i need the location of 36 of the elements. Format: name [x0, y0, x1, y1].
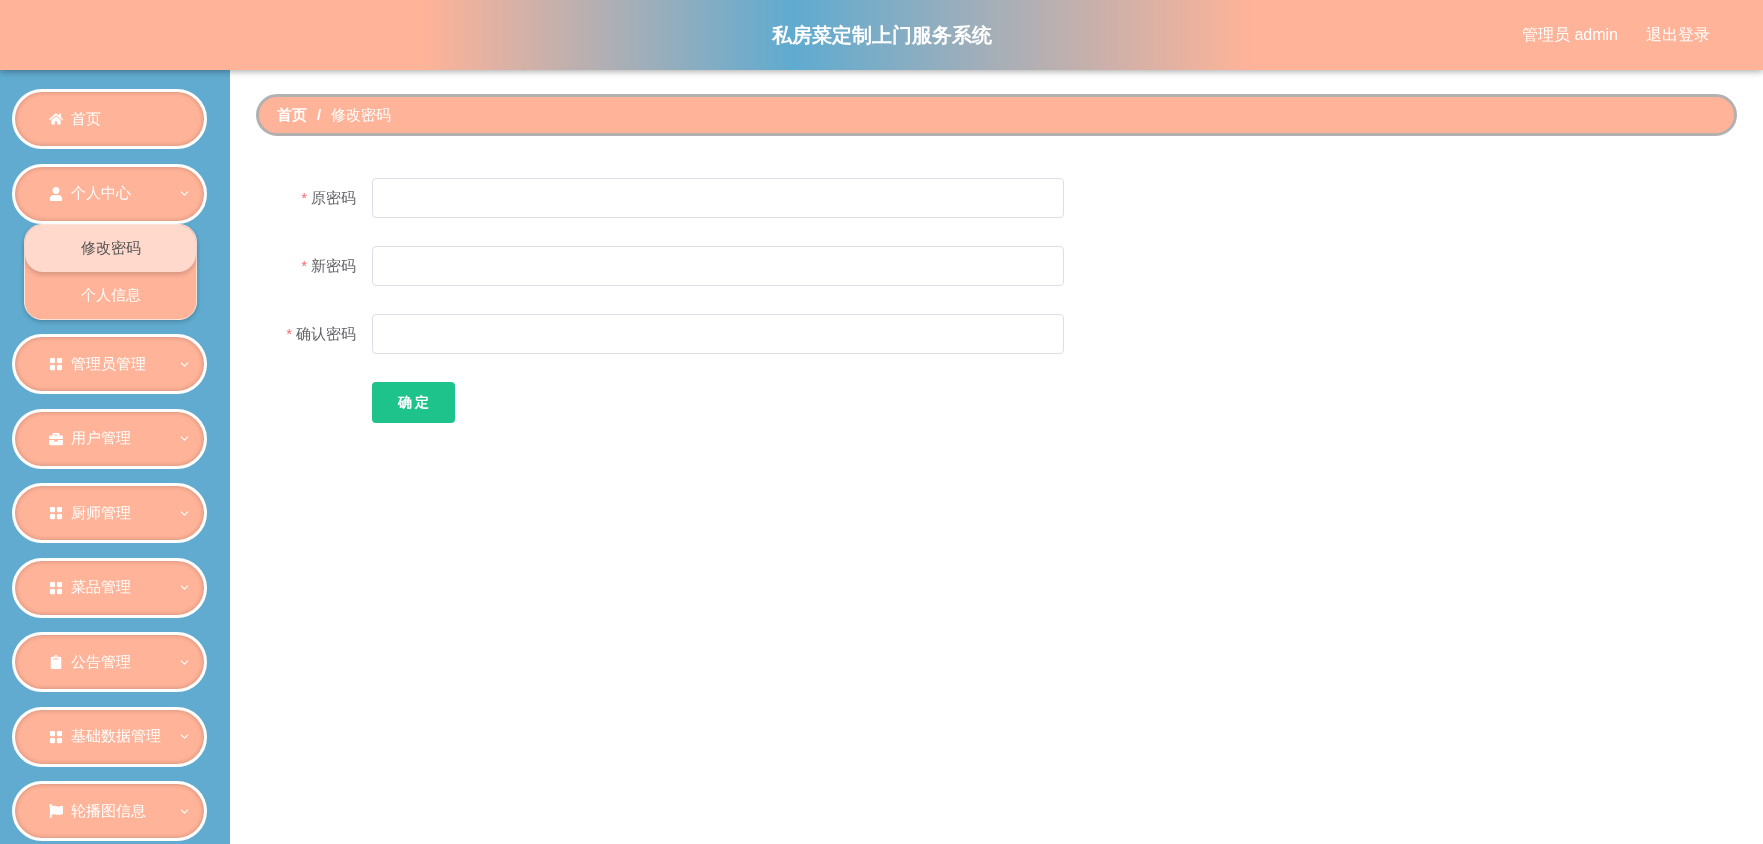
menu-item[interactable]: 菜品管理 [12, 557, 207, 618]
menu-item[interactable]: 首页 [12, 89, 207, 149]
required-mark: * [286, 323, 292, 344]
grid-icon [49, 506, 63, 520]
password-field[interactable] [372, 178, 1064, 218]
field-label: 原密码 [311, 187, 356, 208]
breadcrumb-separator: / [317, 104, 322, 125]
logout-link[interactable]: 退出登录 [1646, 23, 1710, 47]
grid-icon [49, 357, 63, 371]
password-field[interactable] [372, 314, 1064, 354]
menu-item[interactable]: 个人中心 [12, 163, 207, 224]
breadcrumb-link[interactable]: 首页 [277, 103, 307, 127]
menu-item[interactable]: 用户管理 [12, 408, 207, 469]
menu-item[interactable]: 管理员管理 [12, 334, 207, 394]
required-mark: * [301, 255, 307, 276]
required-mark: * [301, 187, 307, 208]
flag-icon [49, 804, 63, 818]
menu-item[interactable]: 基础数据管理 [12, 706, 207, 767]
briefcase-icon [49, 431, 63, 446]
menu-item[interactable]: 轮播图信息 [12, 781, 207, 841]
clipboard-icon [49, 655, 63, 669]
submenu-item[interactable]: 个人信息 [25, 271, 196, 319]
grid-icon [49, 580, 63, 595]
menu-item[interactable]: 厨师管理 [12, 483, 207, 543]
breadcrumb-current: 修改密码 [331, 104, 392, 125]
home-icon [49, 112, 63, 126]
menu-item[interactable]: 公告管理 [12, 632, 207, 692]
password-field[interactable] [372, 246, 1064, 286]
app-title: 私房菜定制上门服务系统 [771, 23, 992, 48]
confirm-button[interactable]: 确 定 [372, 382, 455, 423]
grid-icon [49, 729, 63, 744]
field-label: 新密码 [311, 255, 356, 276]
user-name: 管理员 admin [1521, 25, 1618, 45]
submenu-item[interactable]: 修改密码 [25, 224, 196, 272]
field-label: 确认密码 [296, 323, 356, 344]
user-icon [49, 186, 63, 201]
